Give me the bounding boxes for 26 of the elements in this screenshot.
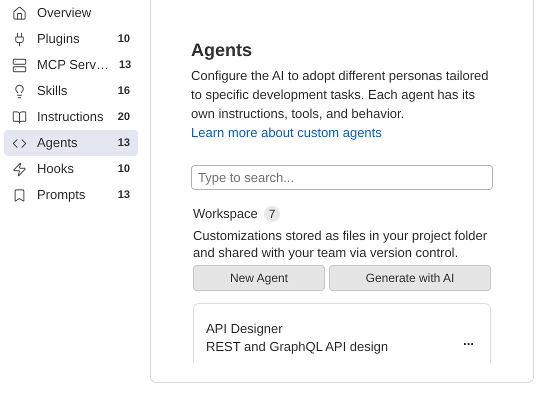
server-icon — [12, 58, 27, 72]
agent-name: API Designer — [206, 320, 284, 338]
agent-card[interactable]: API Designer REST and GraphQL API design ... — [193, 302, 491, 362]
sidebar-item[interactable]: Agents 13 — [4, 130, 138, 156]
section-title: Workspace — [193, 205, 258, 223]
sidebar-item[interactable]: Prompts 13 — [4, 182, 138, 208]
sidebar-item[interactable]: MCP Serv… 13 — [4, 52, 138, 78]
action-button[interactable]: New Agent — [193, 264, 325, 290]
sidebar-item[interactable]: Overview — [4, 0, 138, 26]
sidebar-item[interactable]: Instructions 20 — [4, 104, 138, 130]
action-button[interactable]: Generate with AI — [329, 264, 491, 290]
section-description: Customizations stored as files in your project folder and shared with your team via version control. — [193, 226, 488, 260]
sidebar-item[interactable]: Plugins 10 — [4, 26, 138, 52]
learn-more-link[interactable]: Learn more about custom agents — [191, 123, 382, 142]
book-icon — [12, 110, 27, 124]
sidebar-item[interactable]: Hooks 10 — [4, 156, 138, 182]
search-field[interactable]: Type to search... — [191, 165, 493, 190]
count-badge: 7 — [264, 206, 280, 222]
lightning-icon — [12, 162, 27, 176]
page-description: Configure the AI to adopt different personas tailored to specific development tasks. Each agent has its own instructions, tools, and behavior. — [191, 67, 490, 123]
page-title: Agents — [191, 39, 254, 62]
bookmark-icon — [12, 188, 27, 202]
agent-description: REST and GraphQL API design — [206, 338, 390, 356]
home-icon — [12, 6, 27, 20]
sidebar-item[interactable]: Skills 16 — [4, 78, 138, 104]
more-menu[interactable]: ... — [463, 331, 474, 351]
